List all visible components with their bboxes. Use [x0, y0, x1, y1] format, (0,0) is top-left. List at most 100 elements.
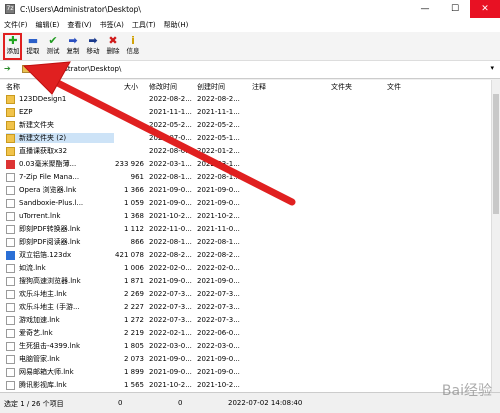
- file-name[interactable]: 游戏加速.lnk: [6, 315, 114, 325]
- file-row[interactable]: 网易邮箱大师.lnk 1 899 2021-09-0... 2021-09-0...: [0, 366, 491, 379]
- file-name[interactable]: 双立铝箔.123dx: [6, 250, 114, 260]
- file-name[interactable]: 直播课获取x32: [6, 146, 114, 156]
- scrollbar-thumb[interactable]: [493, 94, 499, 214]
- info-button[interactable]: i 信息: [124, 34, 142, 60]
- file-name[interactable]: 欢乐斗地主 (手游...: [6, 302, 114, 312]
- menu-edit[interactable]: 编辑(E): [32, 20, 64, 30]
- status-size: 0: [118, 399, 123, 407]
- file-modified: 2022-08-1...: [149, 173, 192, 181]
- column-size[interactable]: 大小: [124, 82, 138, 92]
- column-modified[interactable]: 修改时间: [149, 82, 177, 92]
- info-icon: i: [131, 34, 135, 47]
- move-button[interactable]: ➡ 移动: [84, 34, 102, 60]
- file-row[interactable]: uTorrent.lnk 1 368 2021-10-2... 2021-10-2..…: [0, 210, 491, 223]
- file-name[interactable]: uTorrent.lnk: [6, 211, 114, 221]
- info-label: 信息: [126, 47, 140, 55]
- menu-bookmarks[interactable]: 书签(A): [96, 20, 128, 30]
- maximize-button[interactable]: ☐: [440, 0, 470, 18]
- close-button[interactable]: ✕: [470, 0, 500, 18]
- file-name[interactable]: 即刻PDF阅读器.lnk: [6, 237, 114, 247]
- column-name[interactable]: 名称: [6, 82, 20, 92]
- menu-view[interactable]: 查看(V): [63, 20, 95, 30]
- extract-button[interactable]: ▬ 提取: [24, 34, 42, 60]
- file-name[interactable]: 新建文件夹: [6, 120, 114, 130]
- menu-help[interactable]: 帮助(H): [160, 20, 193, 30]
- file-name[interactable]: 电脑管家.lnk: [6, 354, 114, 364]
- file-created: 2021-11-1...: [197, 108, 240, 116]
- file-row[interactable]: 欢乐斗地主.lnk 2 269 2022-07-3... 2022-07-3...: [0, 288, 491, 301]
- file-name[interactable]: 如流.lnk: [6, 263, 114, 273]
- file-row[interactable]: 电脑管家.lnk 2 073 2021-09-0... 2021-09-0...: [0, 353, 491, 366]
- file-row[interactable]: 双立铝箔.123dx 421 078 2022-08-2... 2022-08-2..…: [0, 249, 491, 262]
- menu-tools[interactable]: 工具(T): [128, 20, 160, 30]
- file-row[interactable]: 搜狗高速浏览器.lnk 1 871 2021-09-0... 2021-09-0...: [0, 275, 491, 288]
- file-row[interactable]: 生死狙击-4399.lnk 1 805 2022-03-0... 2022-03-0.…: [0, 340, 491, 353]
- file-created: 2022-08-2...: [197, 95, 240, 103]
- file-row[interactable]: EZP 2021-11-1... 2021-11-1...: [0, 106, 491, 119]
- file-row[interactable]: 腾讯影视库.lnk 1 565 2021-10-2... 2021-10-2...: [0, 379, 491, 392]
- move-label: 移动: [86, 47, 100, 55]
- file-row[interactable]: 欢乐斗地主 (手游... 2 227 2022-07-3... 2022-07-3..…: [0, 301, 491, 314]
- column-comment[interactable]: 注释: [252, 82, 266, 92]
- file-row[interactable]: 0.03毫米聚酯薄... 233 926 2022-03-1... 2022-03-1…: [0, 158, 491, 171]
- file-row[interactable]: Opera 浏览器.lnk 1 366 2021-09-0... 2021-09-0.…: [0, 184, 491, 197]
- chevron-down-icon[interactable]: ▾: [490, 64, 494, 72]
- file-modified: 2022-07-3...: [149, 303, 192, 311]
- file-row[interactable]: 如流.lnk 1 006 2022-02-0... 2022-02-0...: [0, 262, 491, 275]
- status-packed: 0: [178, 399, 183, 407]
- test-label: 测试: [46, 47, 60, 55]
- file-modified: 2021-10-2...: [149, 212, 192, 220]
- window-controls: — ☐ ✕: [410, 0, 500, 18]
- file-icon: [6, 367, 15, 377]
- menu-file[interactable]: 文件(F): [0, 20, 32, 30]
- file-row[interactable]: 即刻PDF阅读器.lnk 866 2022-08-1... 2022-08-1...: [0, 236, 491, 249]
- column-files[interactable]: 文件: [387, 82, 401, 92]
- file-name-text: EZP: [19, 108, 33, 116]
- file-name[interactable]: 欢乐斗地主.lnk: [6, 289, 114, 299]
- file-name[interactable]: 爱奇艺.lnk: [6, 328, 114, 338]
- file-name[interactable]: 腾讯影视库.lnk: [6, 380, 114, 390]
- file-name[interactable]: Sandboxie-Plus.l...: [6, 198, 114, 208]
- file-row[interactable]: 爱奇艺.lnk 2 219 2022-02-1... 2022-06-0...: [0, 327, 491, 340]
- file-name[interactable]: 生死狙击-4399.lnk: [6, 341, 114, 351]
- file-size: 1 899: [123, 368, 144, 376]
- file-size: 866: [130, 238, 144, 246]
- file-size: 2 269: [123, 290, 144, 298]
- file-name[interactable]: 7-Zip File Mana...: [6, 172, 114, 182]
- file-name[interactable]: EZP: [6, 107, 114, 117]
- file-row[interactable]: 7-Zip File Mana... 961 2022-08-1... 2022-08…: [0, 171, 491, 184]
- file-row[interactable]: 游戏加速.lnk 1 272 2022-07-3... 2022-07-3...: [0, 314, 491, 327]
- delete-button[interactable]: ✖ 删除: [104, 34, 122, 60]
- file-row[interactable]: 123DDesign1 2022-08-2... 2022-08-2...: [0, 93, 491, 106]
- file-name[interactable]: 0.03毫米聚酯薄...: [6, 159, 114, 169]
- file-row[interactable]: 新建文件夹 2022-05-2... 2022-05-2...: [0, 119, 491, 132]
- column-created[interactable]: 创建时间: [197, 82, 225, 92]
- file-name[interactable]: 网易邮箱大师.lnk: [6, 367, 114, 377]
- archive-file-icon: [6, 250, 15, 260]
- file-size: 233 926: [115, 160, 144, 168]
- window-title: C:\Users\Administrator\Desktop\: [20, 4, 141, 14]
- file-row[interactable]: 即刻PDF转换器.lnk 1 112 2022-11-0... 2021-11-0..…: [0, 223, 491, 236]
- file-name[interactable]: 即刻PDF转换器.lnk: [6, 224, 114, 234]
- copy-arrow-icon: ➡: [68, 34, 78, 47]
- vertical-scrollbar[interactable]: [491, 80, 500, 392]
- status-date: 2022-07-02 14:08:40: [228, 399, 303, 407]
- file-name[interactable]: 搜狗高速浏览器.lnk: [6, 276, 114, 286]
- up-folder-icon[interactable]: ➔: [4, 64, 14, 74]
- column-folder[interactable]: 文件夹: [331, 82, 352, 92]
- copy-button[interactable]: ➡ 复制: [64, 34, 82, 60]
- file-row[interactable]: Sandboxie-Plus.l... 1 059 2021-09-0... 2021…: [0, 197, 491, 210]
- file-row[interactable]: 新建文件夹 (2) 2022-07-0... 2022-05-1...: [0, 132, 491, 145]
- file-created: 2022-01-2...: [197, 147, 240, 155]
- file-name[interactable]: 新建文件夹 (2): [6, 133, 114, 143]
- file-name-text: 网易邮箱大师.lnk: [19, 368, 74, 376]
- test-button[interactable]: ✔ 测试: [44, 34, 62, 60]
- file-name[interactable]: Opera 浏览器.lnk: [6, 185, 114, 195]
- file-icon: [6, 341, 15, 351]
- address-input[interactable]: s\Administrator\Desktop\: [34, 65, 121, 73]
- file-name[interactable]: 123DDesign1: [6, 94, 114, 104]
- file-created: 2021-10-2...: [197, 212, 240, 220]
- file-name-text: Opera 浏览器.lnk: [19, 186, 77, 194]
- minimize-button[interactable]: —: [410, 0, 440, 18]
- file-row[interactable]: 直播课获取x32 2022-08-0... 2022-01-2...: [0, 145, 491, 158]
